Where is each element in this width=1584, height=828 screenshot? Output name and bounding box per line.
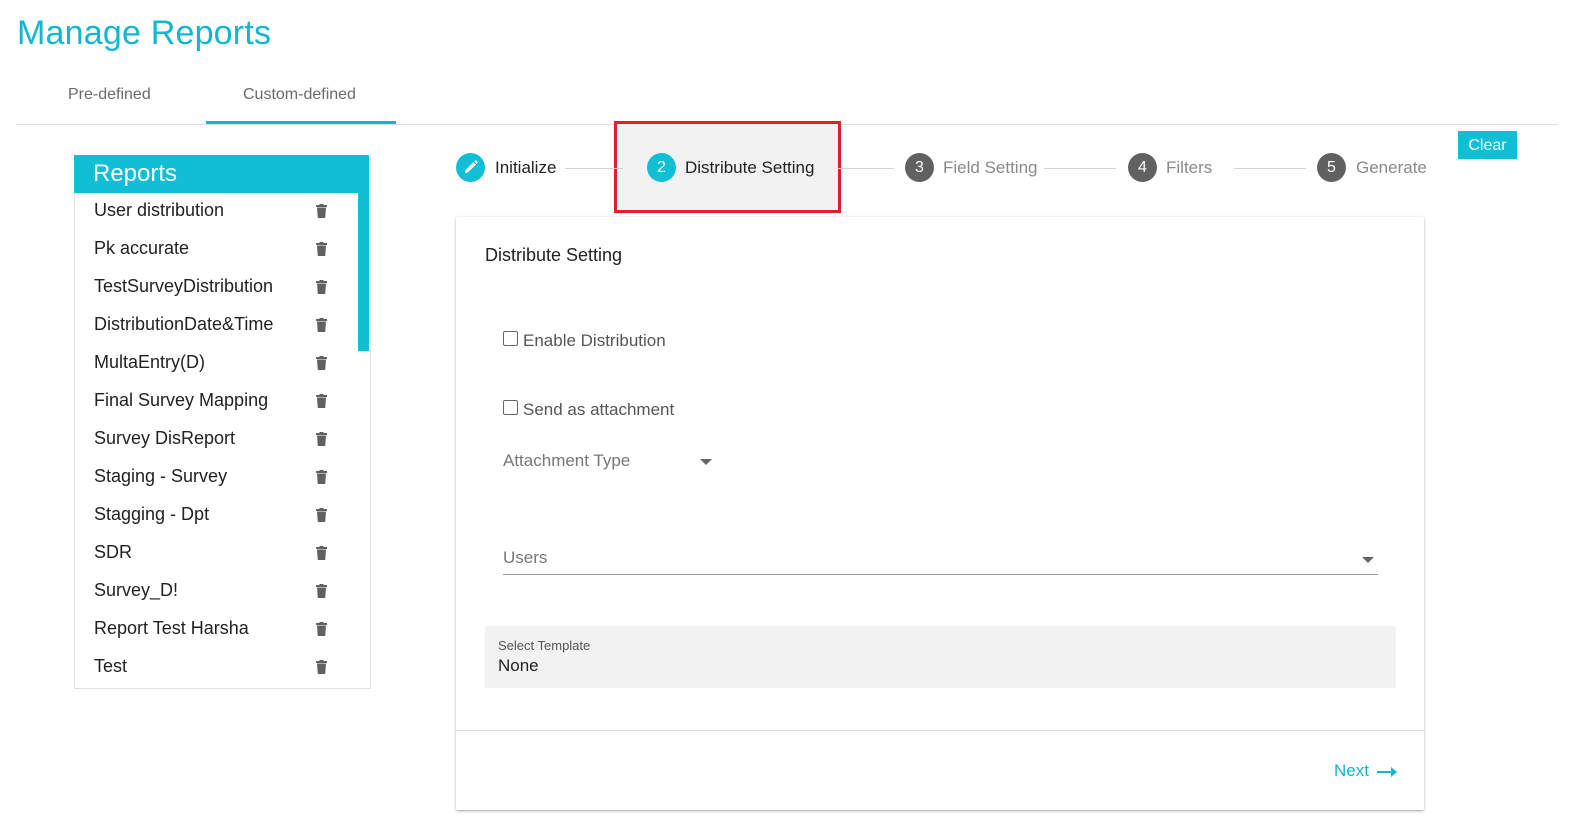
step-distribute-setting-label: Distribute Setting [685, 158, 815, 177]
users-label: Users [503, 548, 548, 567]
report-item-label: Test [94, 656, 128, 676]
step-field-setting-label: Field Setting [943, 158, 1038, 177]
report-item-label: DistributionDate&Time [94, 314, 274, 334]
trash-icon[interactable] [316, 280, 327, 294]
report-item[interactable]: Staging - Survey [75, 458, 359, 496]
users-underline [503, 574, 1378, 575]
enable-distribution-checkbox[interactable] [503, 331, 518, 346]
reports-header-title: Reports [93, 160, 178, 187]
trash-icon[interactable] [316, 204, 327, 218]
trash-icon[interactable] [316, 546, 327, 560]
report-item[interactable]: Test [75, 648, 359, 686]
trash-icon[interactable] [316, 394, 327, 408]
reports-header: Reports [74, 155, 358, 193]
distribute-setting-card [456, 217, 1424, 810]
report-item[interactable]: TestSurveyDistribution [75, 268, 359, 306]
step-field-setting-circle: 3 [905, 153, 934, 182]
report-item[interactable]: Survey DisReport [75, 420, 359, 458]
card-title: Distribute Setting [485, 245, 623, 265]
tab-custom-defined[interactable]: Custom-defined [243, 86, 356, 104]
report-item[interactable]: Final Survey Mapping [75, 382, 359, 420]
select-template-field[interactable] [485, 626, 1396, 688]
report-item-label: Report Test Harsha [94, 618, 249, 638]
step-connector [1234, 168, 1306, 169]
chevron-down-icon [1362, 557, 1374, 563]
trash-icon[interactable] [316, 242, 327, 256]
next-label: Next [1334, 761, 1369, 780]
report-item-label: Stagging - Dpt [94, 504, 210, 524]
attachment-type-select[interactable]: Attachment Type [503, 451, 713, 475]
trash-icon[interactable] [316, 508, 327, 522]
report-item[interactable]: SDR [75, 534, 359, 572]
step-filters-label: Filters [1166, 158, 1213, 177]
step-connector [565, 168, 623, 169]
report-item-label: Survey_D! [94, 580, 179, 600]
next-button[interactable]: Next [1334, 761, 1397, 781]
trash-icon[interactable] [316, 584, 327, 598]
report-item-label: Pk accurate [94, 238, 190, 258]
report-item[interactable]: Survey_D! [75, 572, 359, 610]
select-template-label: Select Template [498, 638, 591, 653]
step-generate-circle: 5 [1317, 153, 1346, 182]
report-item-label: Staging - Survey [94, 466, 228, 486]
chevron-down-icon [700, 459, 712, 465]
trash-icon[interactable] [316, 356, 327, 370]
tab-pre-defined[interactable]: Pre-defined [68, 86, 151, 104]
trash-icon[interactable] [316, 622, 327, 636]
report-item-label: TestSurveyDistribution [94, 276, 274, 296]
report-item[interactable]: User distribution [75, 192, 359, 230]
step-initialize-circle [456, 153, 485, 182]
reports-panel: User distribution Pk accurate TestSurvey… [74, 154, 371, 689]
send-attachment-label: Send as attachment [523, 400, 675, 419]
attachment-type-label: Attachment Type [503, 451, 631, 470]
trash-icon[interactable] [316, 470, 327, 484]
trash-icon[interactable] [316, 318, 327, 332]
report-item-label: Final Survey Mapping [94, 390, 269, 410]
pencil-icon [464, 160, 478, 173]
clear-button[interactable]: Clear [1458, 131, 1517, 159]
step-filters-circle: 4 [1128, 153, 1157, 182]
report-item-label: SDR [94, 542, 133, 562]
page-title: Manage Reports [17, 14, 272, 52]
report-item[interactable]: Stagging - Dpt [75, 496, 359, 534]
trash-icon[interactable] [316, 432, 327, 446]
arrow-right-icon [1376, 766, 1397, 777]
report-item-label: Survey DisReport [94, 428, 236, 448]
card-divider [456, 730, 1424, 731]
step-distribute-setting-circle: 2 [647, 153, 676, 182]
report-item[interactable]: DistributionDate&Time [75, 306, 359, 344]
report-item-label: User distribution [94, 200, 225, 220]
reports-scrollbar[interactable] [358, 155, 369, 351]
enable-distribution-label: Enable Distribution [523, 331, 666, 350]
step-connector [1044, 168, 1116, 169]
step-connector [838, 168, 894, 169]
report-item[interactable]: Report Test Harsha [75, 610, 359, 648]
report-item-label: MultaEntry(D) [94, 352, 206, 372]
report-item[interactable]: MultaEntry(D) [75, 344, 359, 382]
select-template-value: None [498, 656, 539, 675]
step-generate-label: Generate [1356, 158, 1427, 177]
trash-icon[interactable] [316, 660, 327, 674]
send-attachment-checkbox[interactable] [503, 400, 518, 415]
active-tab-indicator [206, 121, 396, 124]
report-item[interactable]: Pk accurate [75, 230, 359, 268]
step-initialize-label: Initialize [495, 158, 557, 177]
users-select[interactable]: Users [503, 548, 1378, 575]
